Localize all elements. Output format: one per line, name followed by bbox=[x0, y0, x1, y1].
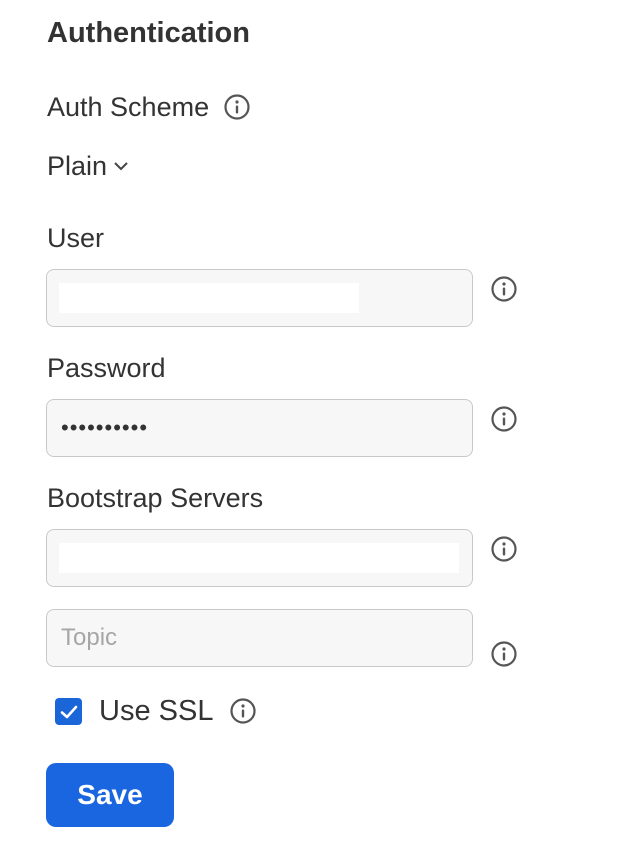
topic-info-icon[interactable] bbox=[490, 640, 518, 668]
auth-scheme-label-row: Auth Scheme bbox=[47, 91, 251, 123]
bootstrap-info-icon[interactable] bbox=[490, 535, 518, 563]
save-button[interactable]: Save bbox=[46, 763, 174, 827]
info-icon[interactable] bbox=[223, 93, 251, 121]
password-input[interactable] bbox=[46, 399, 473, 457]
bootstrap-servers-label: Bootstrap Servers bbox=[47, 483, 264, 513]
redacted-block bbox=[59, 283, 359, 313]
user-label: User bbox=[47, 223, 105, 253]
ssl-info-icon[interactable] bbox=[229, 697, 257, 725]
topic-input[interactable] bbox=[46, 609, 473, 667]
checkmark-icon bbox=[60, 705, 77, 718]
section-title: Authentication bbox=[47, 17, 250, 49]
redacted-block bbox=[59, 543, 459, 573]
auth-scheme-value: Plain bbox=[47, 151, 108, 181]
use-ssl-label[interactable]: Use SSL bbox=[99, 694, 213, 728]
use-ssl-checkbox[interactable] bbox=[55, 698, 82, 725]
password-label: Password bbox=[47, 353, 166, 383]
password-info-icon[interactable] bbox=[490, 405, 518, 433]
user-info-icon[interactable] bbox=[490, 275, 518, 303]
auth-scheme-select[interactable]: Plain bbox=[47, 150, 129, 182]
auth-scheme-label: Auth Scheme bbox=[47, 92, 210, 122]
use-ssl-row: Use SSL bbox=[99, 694, 257, 728]
chevron-down-icon bbox=[114, 162, 128, 171]
